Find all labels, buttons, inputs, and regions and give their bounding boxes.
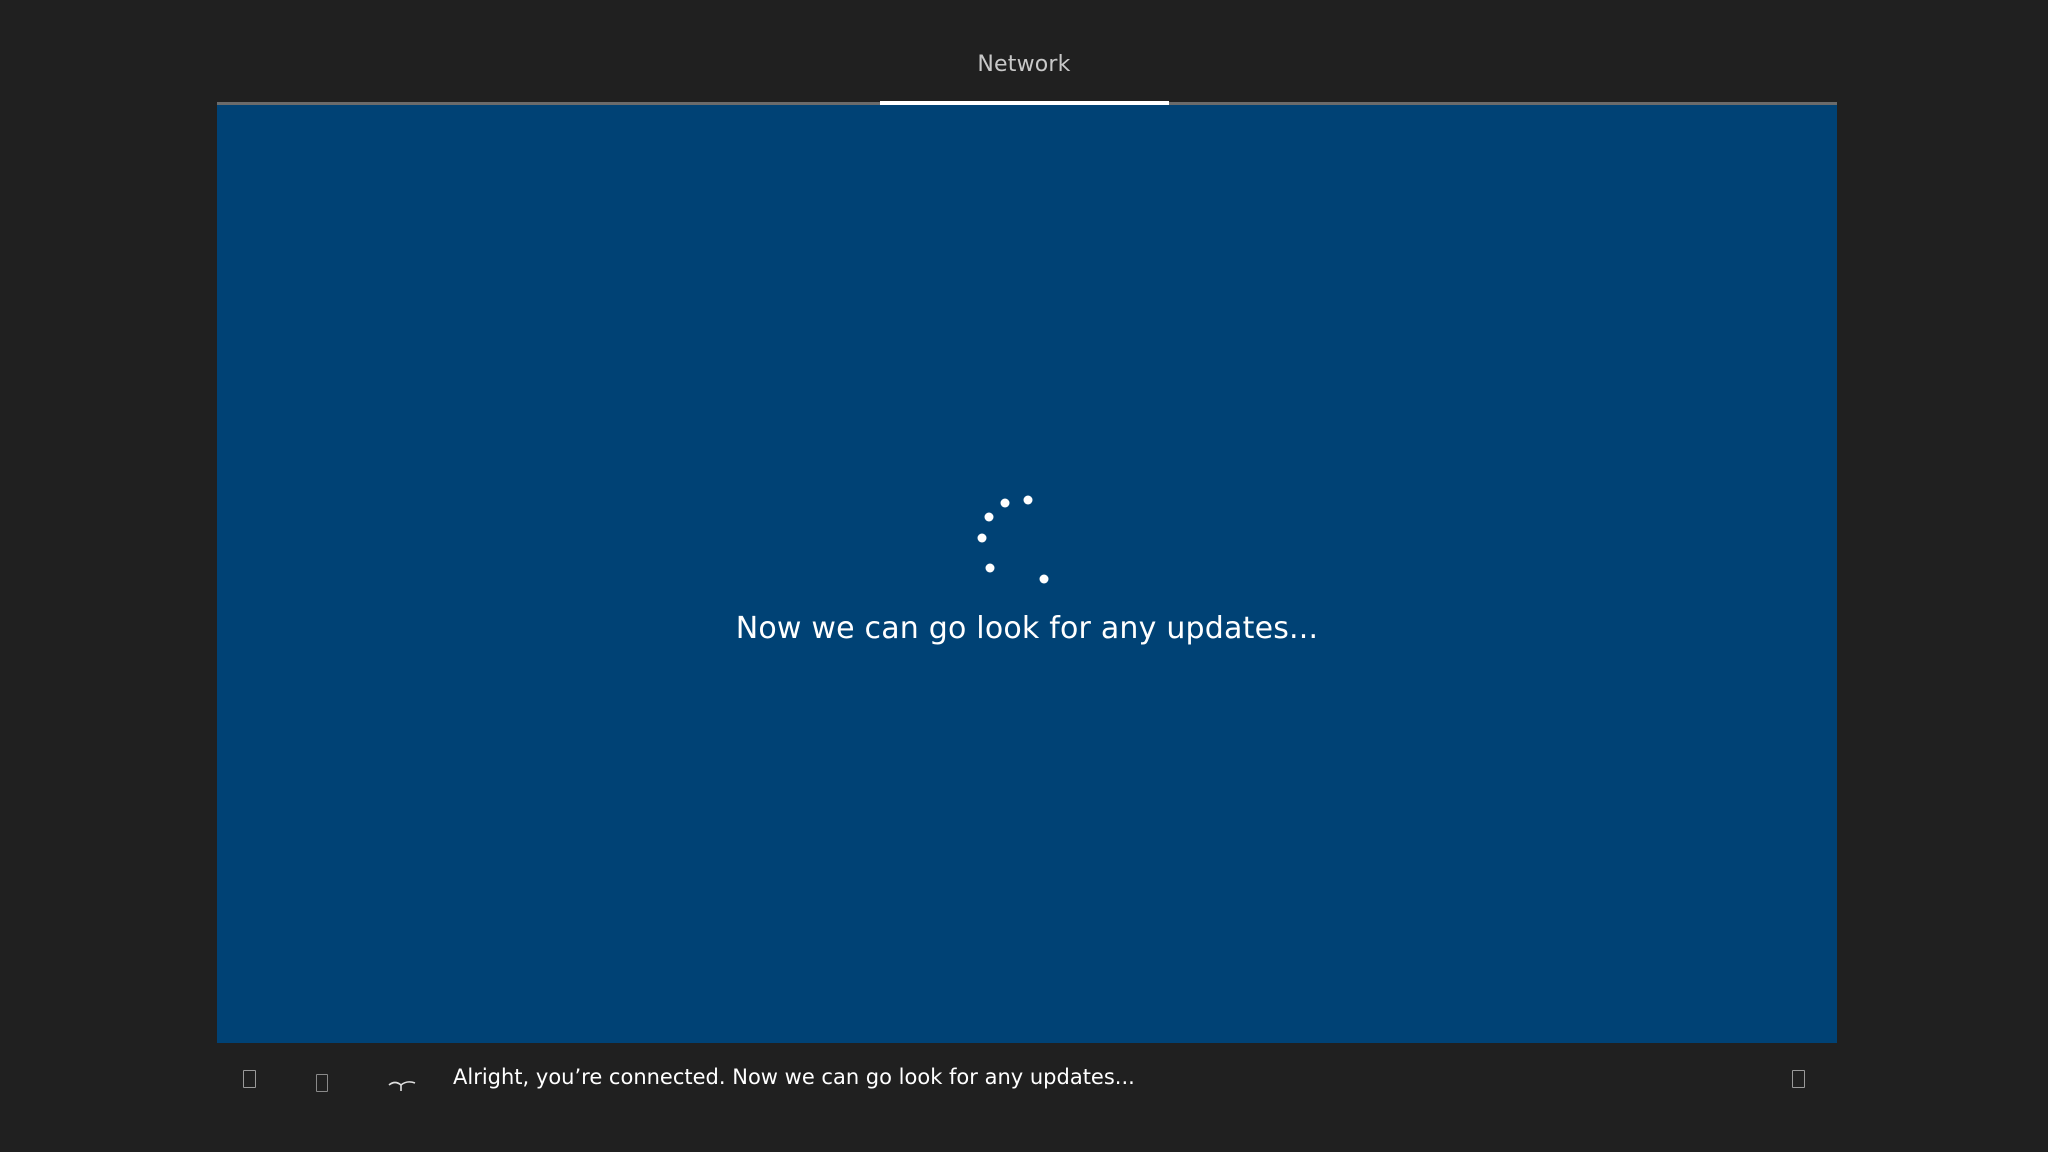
oobe-screen: Network Now we can go look for any updat… — [0, 0, 2048, 1152]
volume-icon[interactable] — [387, 1077, 417, 1093]
loading-dots-icon — [977, 495, 1049, 584]
narration-text: Alright, you’re connected. Now we can go… — [453, 1065, 1135, 1089]
spinner-dot — [1039, 574, 1049, 584]
main-panel: Now we can go look for any updates... — [217, 105, 1837, 1043]
spinner-dot — [1000, 498, 1010, 508]
section-title: Network — [977, 52, 1071, 77]
power-icon[interactable] — [1792, 1070, 1805, 1088]
ease-of-access-icon[interactable] — [243, 1070, 256, 1088]
spinner-dot — [984, 512, 994, 522]
microphone-icon[interactable] — [316, 1074, 328, 1092]
spinner-dot — [1023, 495, 1033, 505]
status-message: Now we can go look for any updates... — [735, 611, 1319, 646]
spinner-dot — [977, 533, 987, 543]
spinner-dot — [985, 563, 995, 573]
bottom-bar: Alright, you’re connected. Now we can go… — [217, 1043, 1837, 1152]
